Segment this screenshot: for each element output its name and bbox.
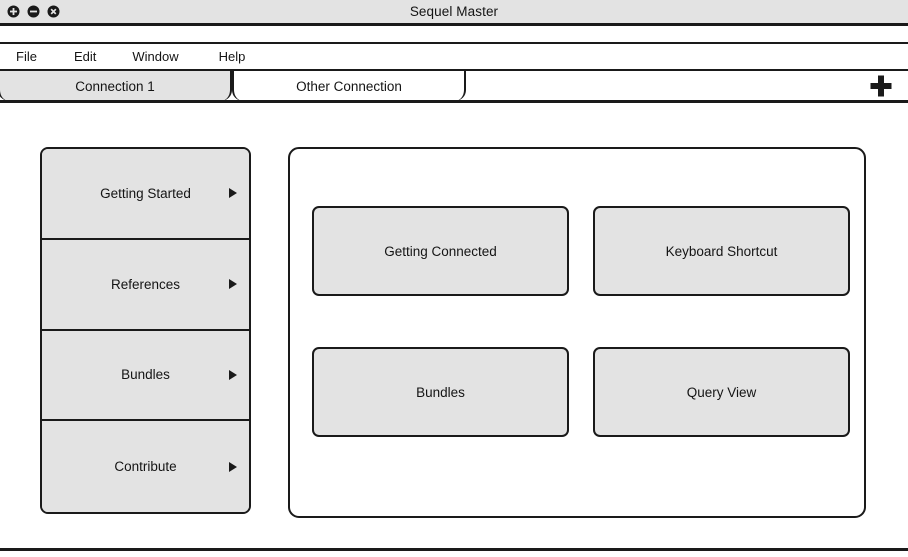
status-bar xyxy=(0,551,908,557)
menu-item-edit[interactable]: Edit xyxy=(74,44,96,69)
sidebar: Getting Started References Bundles Contr… xyxy=(40,147,251,514)
window-controls xyxy=(7,0,60,23)
minimize-button[interactable] xyxy=(27,5,40,18)
application-window: Sequel Master File Edit Window Help Conn… xyxy=(0,0,908,557)
chevron-right-icon xyxy=(229,279,237,290)
sidebar-item-label: Contribute xyxy=(114,459,177,475)
card-grid: Getting Connected Keyboard Shortcut Bund… xyxy=(312,206,850,437)
content-panel: Getting Connected Keyboard Shortcut Bund… xyxy=(288,147,866,518)
sidebar-item-contribute[interactable]: Contribute xyxy=(42,421,249,512)
close-button[interactable] xyxy=(47,5,60,18)
title-bar-spacer xyxy=(0,26,908,44)
chevron-right-icon xyxy=(229,369,237,380)
menu-item-file[interactable]: File xyxy=(16,44,37,69)
menu-bar: File Edit Window Help xyxy=(0,44,908,71)
workspace: Getting Started References Bundles Contr… xyxy=(0,103,908,550)
card-keyboard-shortcut[interactable]: Keyboard Shortcut xyxy=(593,206,850,296)
sidebar-item-getting-started[interactable]: Getting Started xyxy=(42,149,249,240)
add-tab-button[interactable] xyxy=(864,71,898,101)
tab-other-connection[interactable]: Other Connection xyxy=(232,71,466,101)
sidebar-item-label: References xyxy=(110,276,181,292)
window-title: Sequel Master xyxy=(409,4,499,19)
title-bar: Sequel Master xyxy=(0,0,908,26)
sidebar-item-label: Bundles xyxy=(121,367,170,383)
card-bundles[interactable]: Bundles xyxy=(312,347,569,437)
sidebar-item-references[interactable]: References xyxy=(42,239,249,331)
maximize-button[interactable] xyxy=(7,5,20,18)
sidebar-item-bundles[interactable]: Bundles xyxy=(42,330,249,422)
sidebar-item-label: Getting Started xyxy=(100,185,191,201)
card-query-view[interactable]: Query View xyxy=(593,347,850,437)
tab-connection-1[interactable]: Connection 1 xyxy=(0,71,232,101)
menu-item-help[interactable]: Help xyxy=(219,44,246,69)
chevron-right-icon xyxy=(229,188,237,199)
menu-item-window[interactable]: Window xyxy=(132,44,178,69)
card-getting-connected[interactable]: Getting Connected xyxy=(312,206,569,296)
tab-bar: Connection 1 Other Connection xyxy=(0,71,908,103)
plus-icon xyxy=(870,75,892,97)
chevron-right-icon xyxy=(229,461,237,472)
